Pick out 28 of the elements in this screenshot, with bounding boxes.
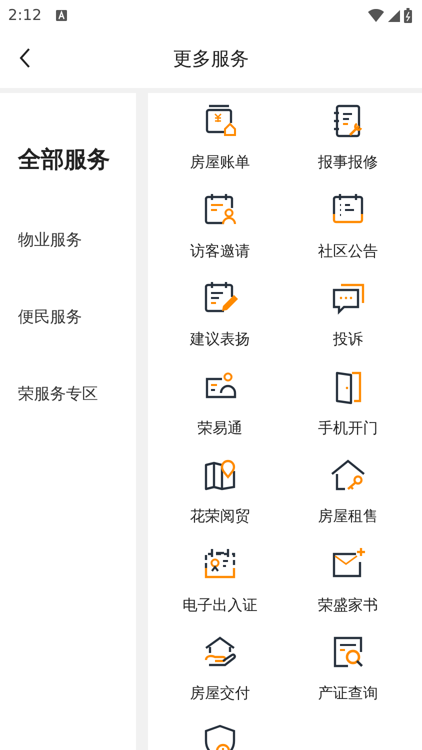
service-label[interactable]: 投诉 [333,330,363,349]
service-label[interactable]: 荣盛家书 [318,596,378,614]
service-label[interactable]: 荣易通 [198,418,242,438]
service-label[interactable]: 房屋交付 [190,684,250,703]
service-label[interactable]: 花荣阅贸 [190,507,250,526]
house-key-icon[interactable] [330,457,366,493]
page-title: 更多服务 [173,47,249,72]
map-pin-icon[interactable] [202,457,238,493]
wifi-icon [368,8,384,22]
battery-icon [404,8,412,22]
notification-icon [56,10,67,20]
category-tab[interactable]: 全部服务 [0,143,136,178]
service-label[interactable]: 电子出入证 [182,596,258,614]
category-tab[interactable]: 荣服务专区 [0,381,136,406]
service-label[interactable]: 报事报修 [318,153,378,172]
service-label[interactable]: 房屋账单 [190,153,250,172]
service-label[interactable]: 建议表扬 [190,330,250,349]
back-icon[interactable] [19,48,31,68]
status-time: 2:12 [8,6,42,24]
service-label[interactable]: 房屋租售 [318,507,378,526]
category-tab[interactable]: 物业服务 [0,227,136,252]
service-label[interactable]: 社区公告 [318,242,378,260]
shield-icon[interactable] [202,722,238,750]
service-label[interactable]: 产证查询 [318,684,378,703]
signal-icon [388,8,400,22]
category-tab[interactable]: 便民服务 [0,304,136,329]
service-label[interactable]: 访客邀请 [190,242,250,260]
service-label[interactable]: 手机开门 [318,418,378,438]
